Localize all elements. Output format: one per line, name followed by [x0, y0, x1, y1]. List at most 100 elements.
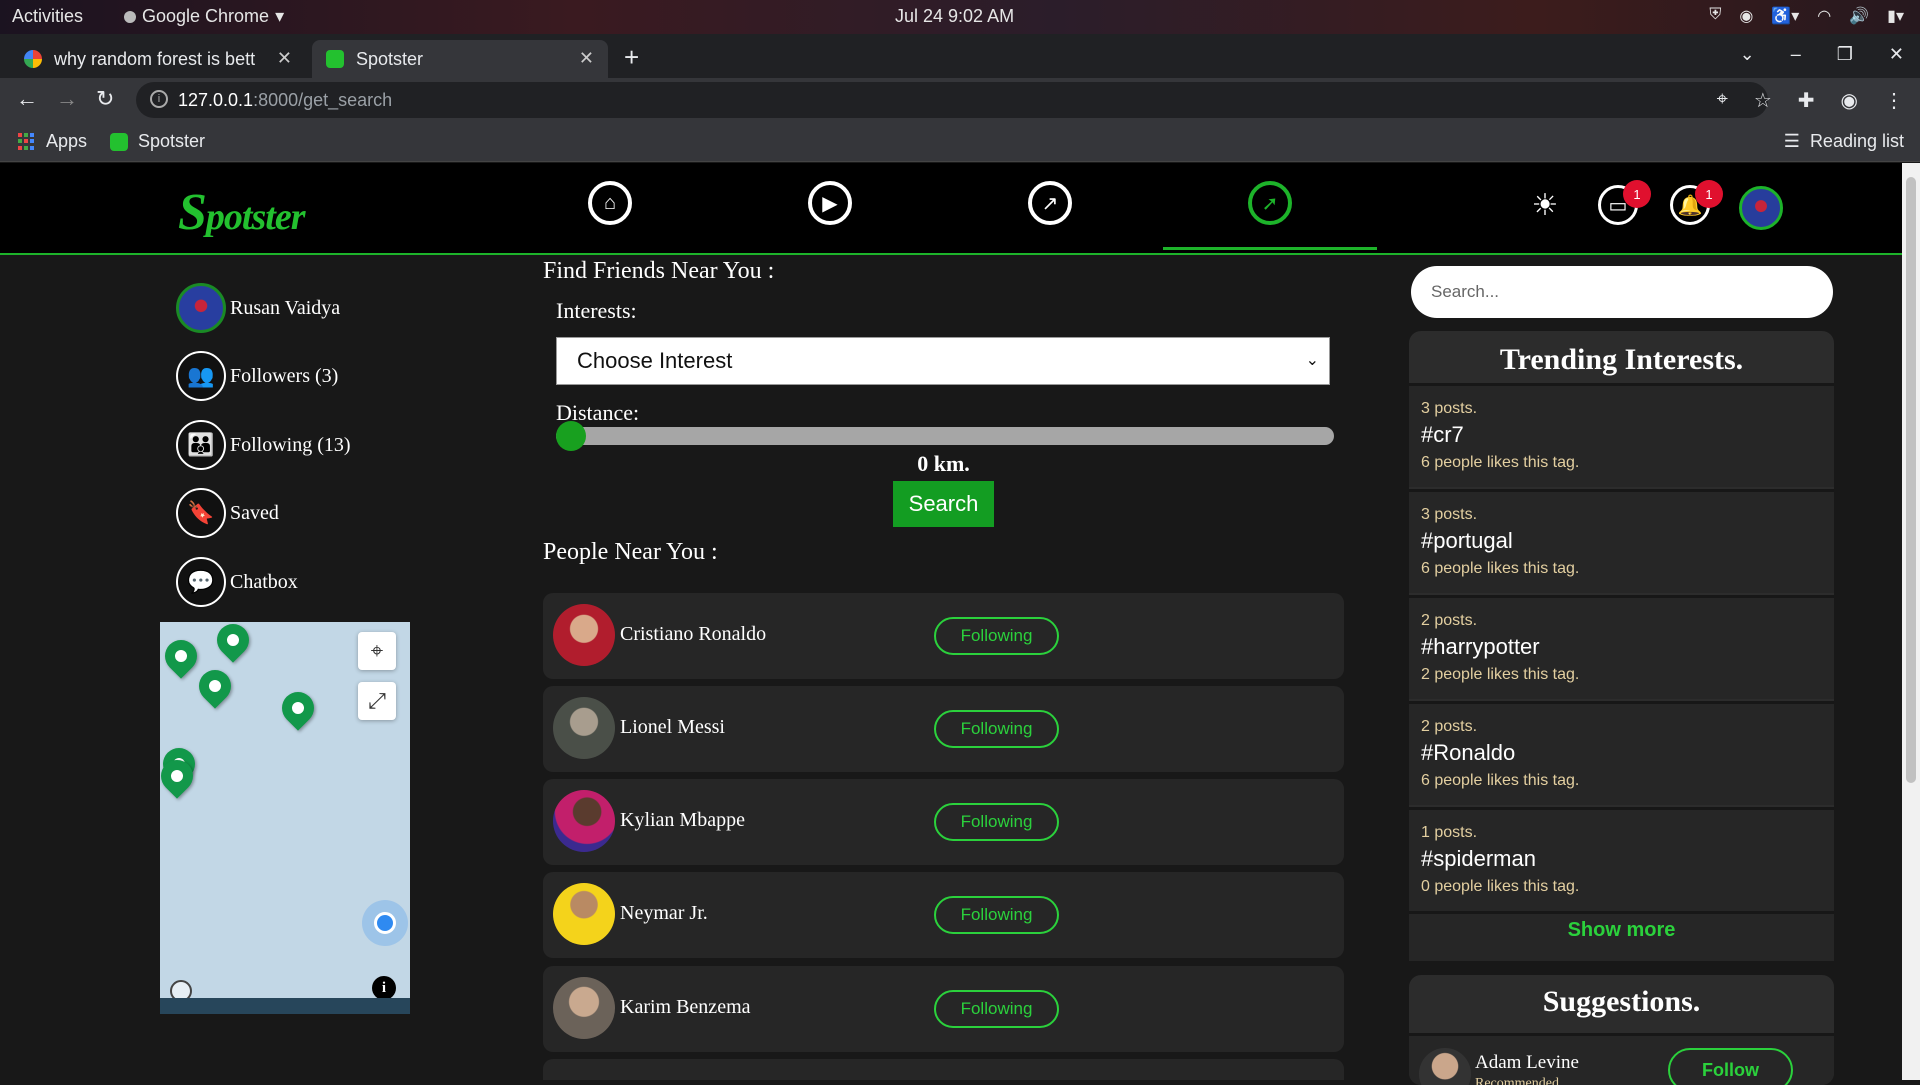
person-card[interactable]: Kylian Mbappe Following [543, 779, 1344, 865]
person-card[interactable]: Karim Benzema Following [543, 966, 1344, 1052]
app-menu[interactable]: Google Chrome ▾ [124, 6, 284, 27]
locate-me-button[interactable]: ⌖ [358, 632, 396, 670]
avatar[interactable] [553, 697, 615, 759]
sidebar-item-following[interactable]: 👪 Following (13) [176, 420, 351, 470]
avatar[interactable] [1419, 1048, 1471, 1085]
reload-button[interactable]: ↻ [96, 86, 114, 112]
sidebar-item-chatbox[interactable]: 💬 Chatbox [176, 557, 298, 607]
following-button[interactable]: Following [934, 990, 1059, 1028]
apps-icon [18, 132, 36, 151]
trend-item[interactable]: 3 posts. #portugal 6 people likes this t… [1409, 489, 1834, 593]
nav-home-icon[interactable]: ⌂ [588, 181, 632, 225]
new-tab-button[interactable]: + [624, 42, 639, 73]
avatar[interactable] [553, 977, 615, 1039]
spotster-logo[interactable]: Spotster [178, 183, 305, 242]
scrollbar-thumb[interactable] [1906, 177, 1916, 783]
map-pin[interactable] [160, 633, 204, 679]
map-pin[interactable] [275, 685, 321, 731]
person-name[interactable]: Lionel Messi [620, 716, 725, 739]
notifications-icon[interactable]: 🔔 1 [1670, 180, 1723, 225]
trend-tag[interactable]: #portugal [1421, 528, 1513, 554]
trend-item[interactable]: 3 posts. #cr7 6 people likes this tag. [1409, 383, 1834, 487]
nav-explore-icon[interactable]: ➚ [1248, 181, 1292, 225]
restore-button[interactable]: ❐ [1837, 44, 1853, 65]
following-button[interactable]: Following [934, 710, 1059, 748]
search-input[interactable]: Search... [1411, 266, 1833, 318]
theme-toggle-icon[interactable]: ☀ [1525, 185, 1565, 225]
location-icon[interactable]: ⌖ [1717, 88, 1728, 113]
distance-slider-handle[interactable] [556, 421, 586, 451]
following-button[interactable]: Following [934, 896, 1059, 934]
info-icon[interactable]: i [150, 90, 168, 108]
following-button[interactable]: Following [934, 617, 1059, 655]
clock[interactable]: Jul 24 9:02 AM [895, 6, 1014, 27]
volume-icon[interactable]: 🔊 [1849, 6, 1869, 26]
person-name[interactable]: Cristiano Ronaldo [620, 623, 766, 646]
system-tray[interactable]: ⛨ ◉ ♿▾ ◠ 🔊 ▮▾ [1709, 6, 1904, 26]
fullscreen-button[interactable]: ⤢ [358, 682, 396, 720]
avatar[interactable] [553, 883, 615, 945]
nav-play-icon[interactable]: ▶ [808, 181, 852, 225]
profile-avatar[interactable] [1739, 186, 1783, 230]
bookmark-apps[interactable]: Apps [18, 131, 87, 152]
nav-trending-icon[interactable]: ↗ [1028, 181, 1072, 225]
trend-item[interactable]: 1 posts. #spiderman 0 people likes this … [1409, 807, 1834, 911]
discord-icon[interactable]: ◉ [1739, 6, 1753, 26]
avatar[interactable] [553, 604, 615, 666]
browser-tab-1[interactable]: why random forest is bett ✕ [10, 40, 306, 78]
close-window-button[interactable]: ✕ [1889, 44, 1904, 65]
back-button[interactable]: ← [16, 86, 38, 112]
reading-list[interactable]: ☰ Reading list [1784, 131, 1904, 152]
battery-icon[interactable]: ▮▾ [1887, 6, 1904, 26]
person-card[interactable]: Neymar Jr. Following [543, 872, 1344, 958]
browser-tab-2[interactable]: Spotster ✕ [312, 40, 608, 78]
star-icon[interactable]: ☆ [1754, 88, 1772, 113]
tab-search-icon[interactable]: ⌄ [1740, 44, 1755, 65]
map-pin[interactable] [192, 663, 238, 709]
trend-tag[interactable]: #cr7 [1421, 422, 1464, 448]
sidebar-profile[interactable]: Rusan Vaidya [176, 283, 340, 333]
person-card[interactable]: Lionel Messi Following [543, 686, 1344, 772]
person-card[interactable] [543, 1059, 1344, 1080]
wifi-icon[interactable]: ◠ [1817, 6, 1831, 26]
search-button[interactable]: Search [893, 481, 994, 527]
person-name[interactable]: Karim Benzema [620, 996, 751, 1019]
distance-slider[interactable] [556, 427, 1334, 445]
avatar[interactable] [553, 790, 615, 852]
map-pin[interactable] [210, 622, 256, 663]
nearby-map[interactable]: ⌖ ⤢ i [160, 622, 410, 1014]
bookmark-spotster[interactable]: Spotster [110, 131, 205, 152]
trend-item[interactable]: 2 posts. #harrypotter 2 people likes thi… [1409, 595, 1834, 699]
map-info-icon[interactable]: i [372, 976, 396, 1000]
following-button[interactable]: Following [934, 803, 1059, 841]
shield-icon[interactable]: ⛨ [1709, 6, 1721, 26]
show-more-link[interactable]: Show more [1409, 919, 1834, 942]
suggestion-item[interactable]: Adam Levine Recommended Follow [1409, 1033, 1834, 1085]
address-bar[interactable]: i 127.0.0.1:8000/get_search [136, 82, 1768, 118]
person-name[interactable]: Kylian Mbappe [620, 809, 745, 832]
close-icon[interactable]: ✕ [579, 48, 594, 69]
extensions-icon[interactable]: ✚ [1798, 88, 1815, 113]
trend-tag[interactable]: #harrypotter [1421, 634, 1540, 660]
close-icon[interactable]: ✕ [277, 48, 292, 69]
interest-select[interactable]: Choose Interest ⌄ [556, 337, 1330, 385]
trend-tag[interactable]: #spiderman [1421, 846, 1536, 872]
chevron-down-icon: ▾ [275, 6, 285, 26]
activities-button[interactable]: Activities [12, 6, 83, 27]
google-icon [24, 50, 42, 68]
trend-item[interactable]: 2 posts. #Ronaldo 6 people likes this ta… [1409, 701, 1834, 805]
person-name[interactable]: Neymar Jr. [620, 902, 708, 925]
sidebar-item-saved[interactable]: 🔖 Saved [176, 488, 279, 538]
suggestion-name[interactable]: Adam Levine [1475, 1052, 1579, 1074]
page-scrollbar[interactable] [1902, 163, 1920, 1080]
trend-tag[interactable]: #Ronaldo [1421, 740, 1515, 766]
sidebar-item-followers[interactable]: 👥 Followers (3) [176, 351, 338, 401]
follow-button[interactable]: Follow [1668, 1048, 1793, 1085]
minimize-button[interactable]: – [1791, 44, 1801, 65]
accessibility-icon[interactable]: ♿▾ [1771, 6, 1799, 26]
person-card[interactable]: Cristiano Ronaldo Following [543, 593, 1344, 679]
profile-icon[interactable]: ◉ [1841, 88, 1858, 113]
forward-button[interactable]: → [56, 86, 78, 112]
messages-icon[interactable]: ▭ 1 [1598, 180, 1651, 225]
menu-icon[interactable]: ⋮ [1884, 88, 1904, 113]
